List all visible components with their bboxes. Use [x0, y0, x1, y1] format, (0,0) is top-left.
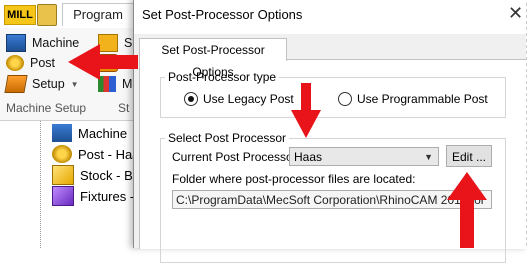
- close-icon[interactable]: ✕: [508, 3, 523, 24]
- quick-access-bar: MILL Program: [0, 0, 150, 29]
- post-processor-dialog: Set Post-Processor Options ✕ Set Post-Pr…: [133, 0, 527, 263]
- ribbon-s-label: S: [124, 36, 133, 50]
- tree-item-fixtures[interactable]: Fixtures -: [52, 186, 134, 206]
- background-app: MILL Program Machine Post Setup ▼ S M Ma…: [0, 0, 150, 248]
- radio-label: Use Legacy Post: [203, 92, 294, 106]
- folder-label: Folder where post-processor files are lo…: [172, 172, 416, 186]
- post-button[interactable]: Post: [6, 54, 55, 72]
- group-label-stock: St: [118, 101, 130, 115]
- post-label: Post: [30, 56, 56, 70]
- radio-dot-selected: [184, 92, 198, 106]
- machine-button[interactable]: Machine: [6, 34, 79, 52]
- radio-use-programmable-post[interactable]: Use Programmable Post: [338, 92, 488, 106]
- machine-icon: [6, 34, 26, 52]
- radio-use-legacy-post[interactable]: Use Legacy Post: [184, 92, 294, 106]
- mill-tab[interactable]: MILL: [4, 5, 36, 25]
- stock-icon: [52, 165, 74, 185]
- ribbon-m-button[interactable]: M: [98, 75, 132, 93]
- ribbon-m-label: M: [122, 77, 133, 91]
- post-icon: [52, 145, 72, 163]
- tab-program[interactable]: Program: [62, 3, 134, 26]
- mill-settings-icon[interactable]: [37, 4, 57, 26]
- machine-icon: [52, 124, 72, 142]
- setup-label: Setup: [32, 77, 65, 91]
- tab-set-post-processor-options[interactable]: Set Post-Processor Options: [139, 38, 287, 79]
- box-icon: [98, 54, 118, 72]
- current-post-label: Current Post Processor:: [172, 150, 301, 164]
- stock-icon: [98, 34, 118, 52]
- material-icon: [98, 76, 116, 92]
- machine-label: Machine: [32, 36, 80, 50]
- group-legend: Select Post Processor: [168, 131, 287, 145]
- current-post-select[interactable]: Haas ▼: [289, 147, 439, 166]
- radio-dot: [338, 92, 352, 106]
- dialog-title: Set Post-Processor Options: [142, 7, 303, 22]
- folder-path-field[interactable]: C:\ProgramData\MecSoft Corporation\Rhino…: [172, 190, 492, 209]
- fixtures-icon: [52, 186, 74, 206]
- tree-item-label: Fixtures -: [80, 188, 135, 204]
- ribbon: Machine Post Setup ▼ S M Machine Setup S…: [0, 28, 150, 121]
- tree-connector: [40, 121, 42, 248]
- select-value: Haas: [294, 150, 323, 164]
- group-label-machine-setup: Machine Setup: [6, 101, 87, 115]
- setup-button[interactable]: Setup ▼: [4, 75, 79, 93]
- tree-item-label: Stock - Bo: [80, 167, 140, 183]
- tree-item-machine[interactable]: Machine: [52, 123, 127, 143]
- tree-item-post[interactable]: Post - Haa: [52, 144, 139, 164]
- tree-item-label: Post - Haa: [78, 146, 140, 162]
- tree-item-stock[interactable]: Stock - Bo: [52, 165, 140, 185]
- post-icon: [6, 55, 24, 71]
- setup-icon: [4, 75, 28, 93]
- ribbon-s2-button[interactable]: [98, 54, 124, 72]
- chevron-down-icon: ▼: [70, 79, 79, 89]
- edit-button[interactable]: Edit ...: [446, 145, 492, 167]
- chevron-down-icon: ▼: [424, 152, 433, 162]
- machining-browser-tree: Machine Post - Haa Stock - Bo Fixtures -: [0, 121, 150, 248]
- tree-item-label: Machine: [78, 125, 128, 141]
- ribbon-s-button[interactable]: S: [98, 34, 132, 52]
- radio-label: Use Programmable Post: [357, 92, 488, 106]
